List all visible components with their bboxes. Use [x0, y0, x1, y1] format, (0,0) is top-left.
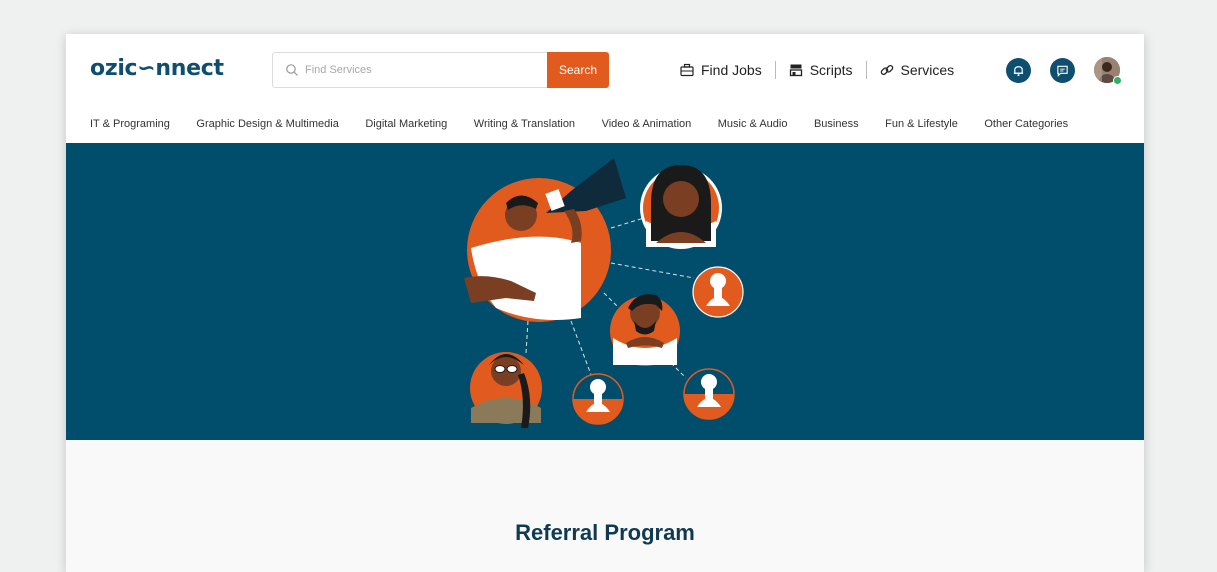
search-icon — [286, 64, 298, 76]
referral-illustration — [464, 158, 744, 428]
divider — [865, 61, 867, 79]
category-fun-lifestyle[interactable]: Fun & Lifestyle — [885, 118, 958, 130]
category-bar: IT & Programing Graphic Design & Multime… — [66, 106, 1144, 144]
category-business[interactable]: Business — [814, 118, 859, 130]
scripts-label: Scripts — [809, 62, 853, 78]
store-icon — [789, 64, 802, 77]
chat-icon — [1057, 65, 1068, 77]
hero-banner — [66, 143, 1144, 440]
link-icon — [880, 64, 893, 76]
top-links: Find Jobs Scripts Services — [680, 60, 954, 80]
category-writing-translation[interactable]: Writing & Translation — [474, 118, 575, 130]
category-music-audio[interactable]: Music & Audio — [718, 118, 788, 130]
search-input[interactable] — [305, 53, 541, 87]
top-navbar: ozic∽nnect Search Find Jobs — [66, 34, 1144, 106]
scripts-link[interactable]: Scripts — [789, 62, 853, 78]
divider — [774, 61, 776, 79]
find-jobs-label: Find Jobs — [701, 62, 762, 78]
category-digital-marketing[interactable]: Digital Marketing — [365, 118, 447, 130]
search-bar: Search — [272, 52, 609, 88]
briefcase-icon — [680, 63, 694, 77]
notification-button[interactable] — [1006, 58, 1031, 83]
referral-section: Referral Program — [66, 440, 1144, 572]
category-graphic-design[interactable]: Graphic Design & Multimedia — [196, 118, 338, 130]
page-title: Referral Program — [515, 520, 695, 545]
category-other[interactable]: Other Categories — [984, 118, 1068, 130]
brand-logo[interactable]: ozic∽nnect — [90, 56, 224, 81]
online-status-dot — [1113, 76, 1122, 85]
category-list: IT & Programing Graphic Design & Multime… — [90, 118, 1095, 130]
services-label: Services — [900, 62, 955, 78]
category-it-programing[interactable]: IT & Programing — [90, 118, 170, 130]
category-video-animation[interactable]: Video & Animation — [602, 118, 692, 130]
services-link[interactable]: Services — [880, 62, 955, 78]
bell-icon — [1013, 66, 1024, 77]
find-jobs-link[interactable]: Find Jobs — [680, 62, 762, 78]
app-window: ozic∽nnect Search Find Jobs — [66, 34, 1144, 572]
search-button[interactable]: Search — [547, 52, 609, 88]
messages-button[interactable] — [1050, 58, 1075, 83]
